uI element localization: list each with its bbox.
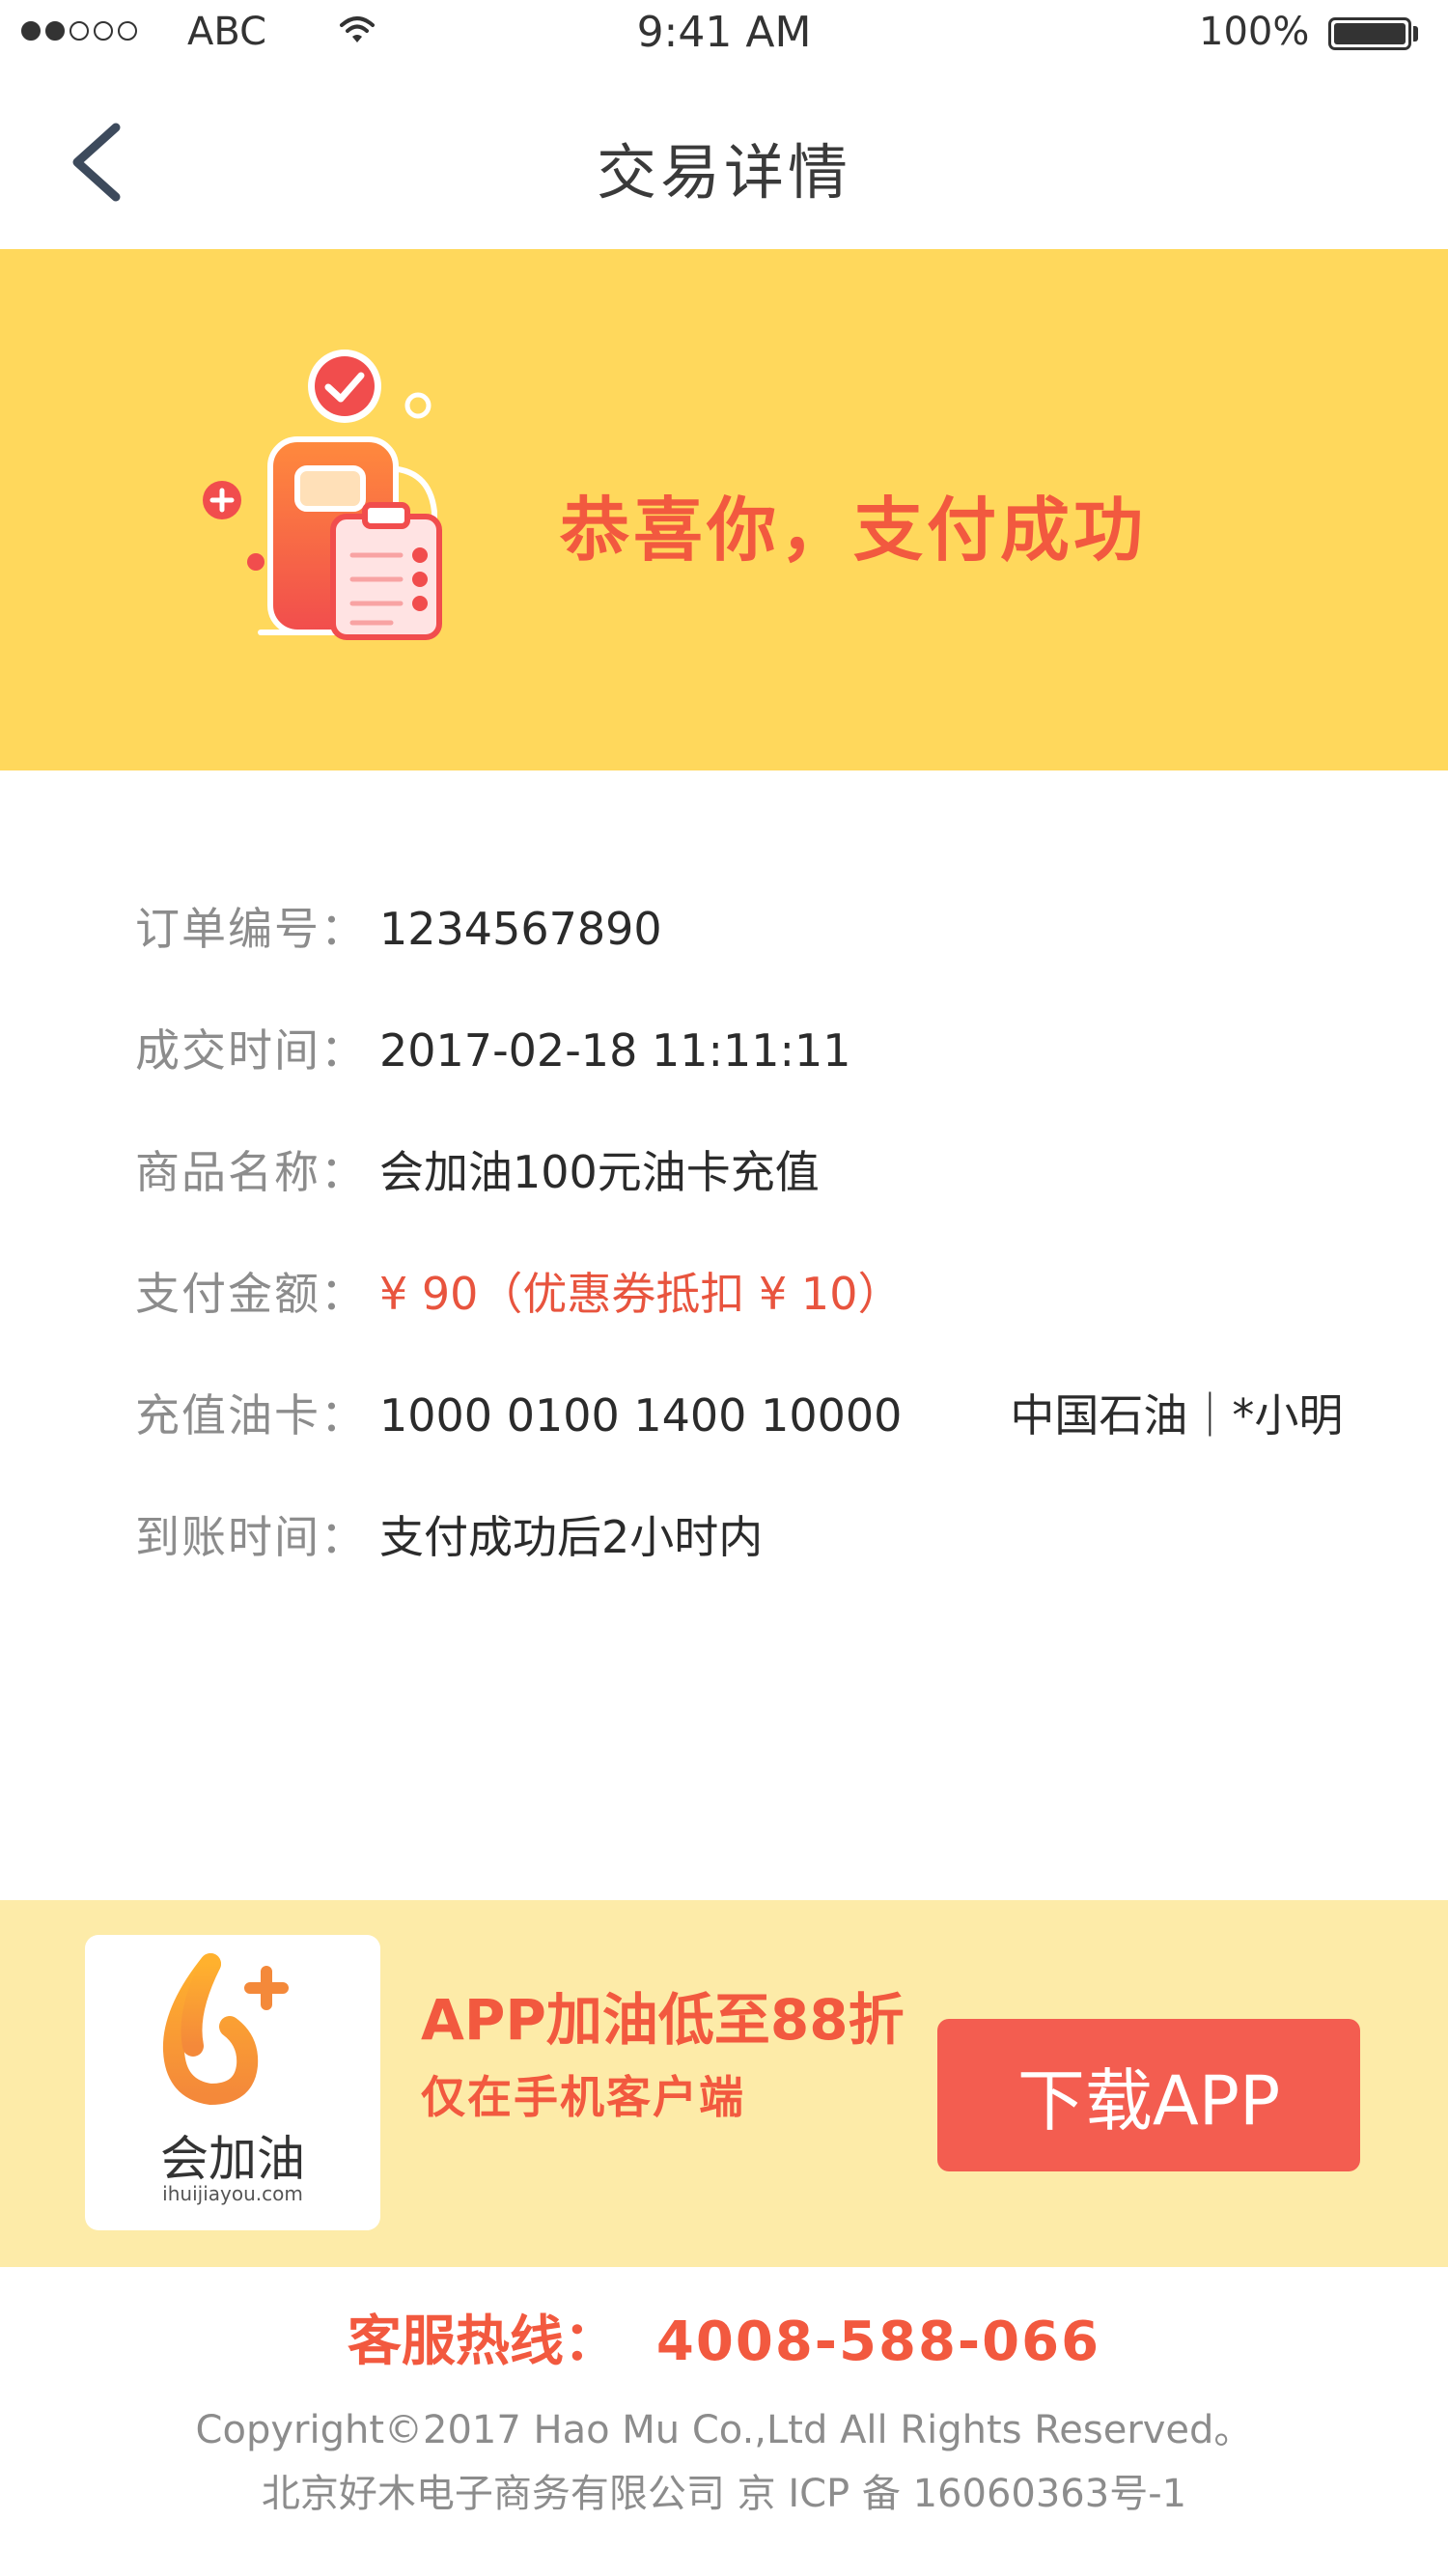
- detail-value: 1234567890: [379, 903, 662, 955]
- promo-subtitle: 仅在手机客户端: [421, 2071, 745, 2123]
- promo-title: APP加油低至88折: [421, 1987, 905, 2053]
- customer-hotline[interactable]: 客服热线： 4008-588-066: [0, 2298, 1448, 2376]
- detail-value: 支付成功后2小时内: [379, 1511, 764, 1563]
- page-title: 交易详情: [596, 137, 851, 208]
- status-bar: ABC 9:41 AM 100%: [0, 0, 1448, 70]
- detail-row-card: 充值油卡： 1000 0100 1400 10000 中国石油｜*小明: [135, 1388, 1343, 1442]
- detail-value: 会加油100元油卡充值: [379, 1146, 820, 1198]
- gas-pump-success-icon: [193, 343, 483, 656]
- download-app-button[interactable]: 下载APP: [937, 2019, 1360, 2171]
- battery-icon: [1328, 17, 1411, 50]
- battery-tip: [1413, 26, 1418, 42]
- copyright-text: Copyright©2017 Hao Mu Co.,Ltd All Rights…: [195, 2408, 1253, 2452]
- card-holder-info: 中国石油｜*小明: [1010, 1389, 1344, 1442]
- logo-name: 会加油: [160, 2131, 305, 2187]
- detail-label: 到账时间：: [135, 1511, 367, 1563]
- detail-row-deal-time: 成交时间： 2017-02-18 11:11:11: [135, 1023, 851, 1078]
- detail-label: 充值油卡：: [135, 1389, 367, 1442]
- detail-label: 订单编号：: [135, 903, 367, 955]
- logo-url: ihuijiayou.com: [162, 2182, 303, 2205]
- detail-value: 1000 0100 1400 10000: [379, 1389, 903, 1442]
- icp-license-text: 北京好木电子商务有限公司 京 ICP 备 16060363号-1: [261, 2472, 1187, 2516]
- payment-success-message: 恭喜你，支付成功: [560, 490, 1148, 571]
- detail-row-product: 商品名称： 会加油100元油卡充值: [135, 1145, 820, 1199]
- battery-percentage: 100%: [1199, 10, 1310, 54]
- detail-value: 2017-02-18 11:11:11: [379, 1024, 851, 1077]
- detail-row-amount: 支付金额： ¥ 90（优惠券抵扣 ¥ 10）: [135, 1267, 902, 1321]
- detail-row-order-no: 订单编号： 1234567890: [135, 902, 662, 956]
- detail-value-amount: ¥ 90（优惠券抵扣 ¥ 10）: [379, 1268, 903, 1320]
- detail-row-arrival: 到账时间： 支付成功后2小时内: [135, 1510, 763, 1564]
- hotline-number[interactable]: 4008-588-066: [656, 2310, 1100, 2373]
- detail-label: 商品名称：: [135, 1146, 367, 1198]
- detail-label: 成交时间：: [135, 1024, 367, 1077]
- detail-label: 支付金额：: [135, 1268, 367, 1320]
- hotline-label: 客服热线：: [347, 2310, 618, 2373]
